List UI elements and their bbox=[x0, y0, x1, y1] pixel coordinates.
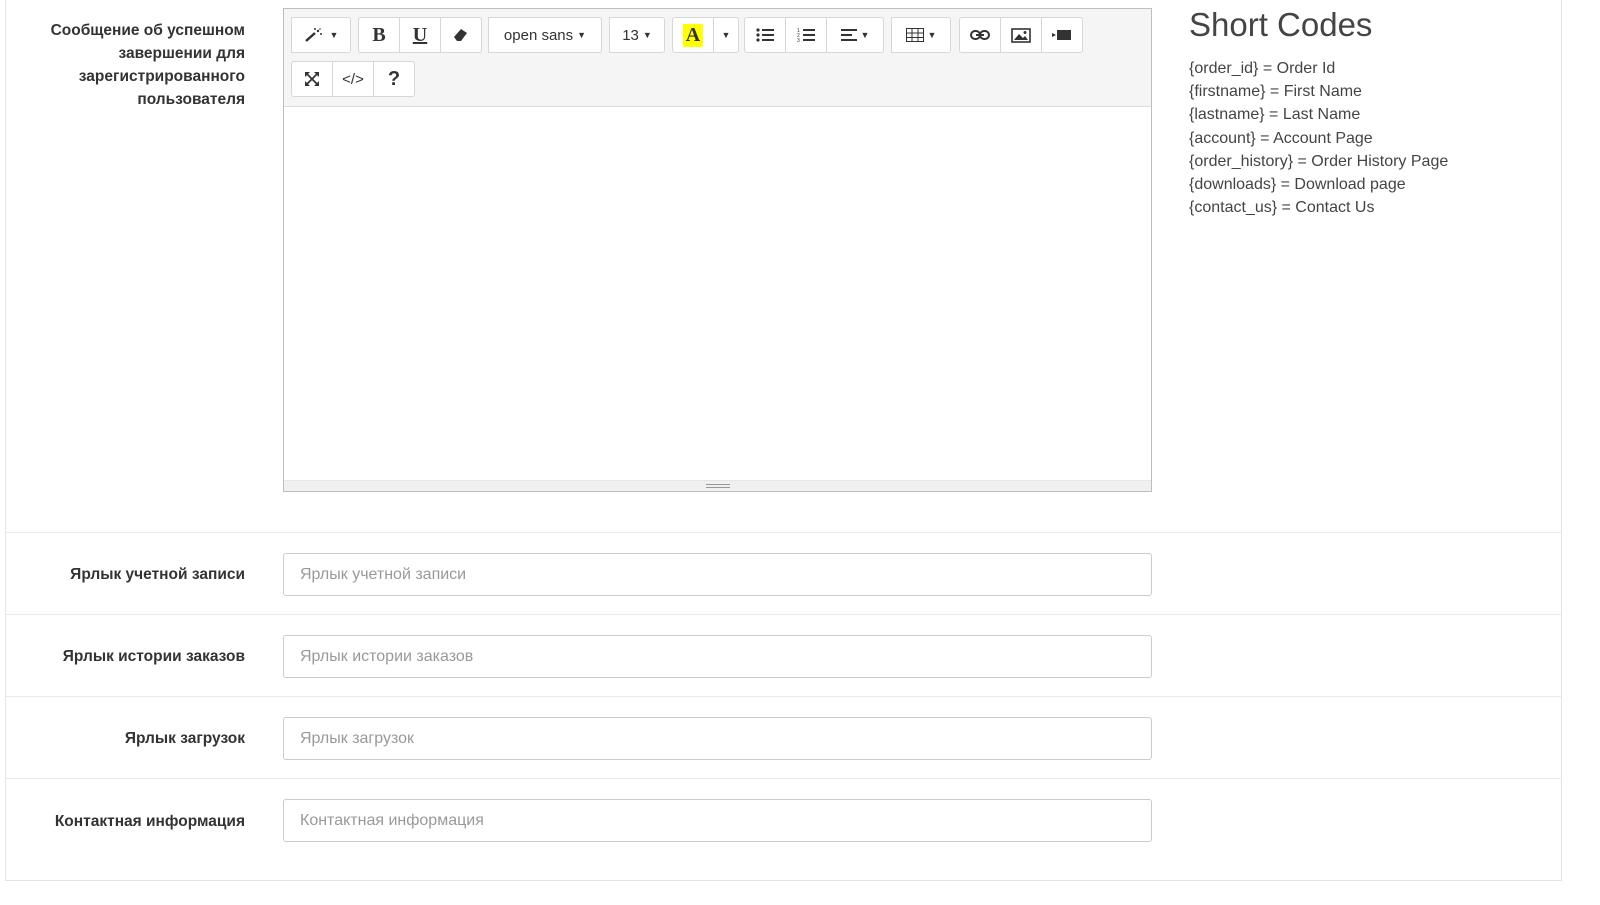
font-style-group: B U bbox=[358, 17, 482, 53]
code-icon: </> bbox=[342, 70, 364, 88]
ordered-list-button[interactable]: 123 bbox=[785, 17, 827, 53]
downloads-label-input[interactable] bbox=[283, 717, 1152, 760]
short-code-item: {order_history} = Order History Page bbox=[1189, 152, 1449, 170]
font-size-group: 13 ▼ bbox=[609, 17, 665, 53]
bold-button[interactable]: B bbox=[358, 17, 400, 53]
contact-info-input[interactable] bbox=[283, 799, 1152, 842]
font-name-group: open sans ▼ bbox=[488, 17, 602, 53]
underline-icon: U bbox=[412, 23, 428, 46]
short-codes-list: {order_id} = Order Id {firstname} = Firs… bbox=[1189, 57, 1448, 219]
style-group: ▼ bbox=[291, 17, 351, 53]
highlight-icon: A bbox=[682, 23, 704, 47]
account-label-input[interactable] bbox=[283, 553, 1152, 596]
video-button[interactable] bbox=[1041, 17, 1083, 53]
short-code-item: {firstname} = First Name bbox=[1189, 83, 1362, 101]
link-icon bbox=[970, 29, 990, 41]
ordered-list-icon: 123 bbox=[797, 27, 815, 43]
editor-resize-bar[interactable] bbox=[284, 480, 1151, 491]
row-divider bbox=[5, 532, 1562, 533]
short-code-item: {lastname} = Last Name bbox=[1189, 106, 1361, 124]
contact-info-label: Контактная информация bbox=[54, 813, 245, 830]
editor-toolbar: ▼ B U open sans ▼ 13 ▼ A ▼ 1 2 3 ▼ ▼ </>… bbox=[284, 9, 1151, 107]
highlight-color-button[interactable]: A bbox=[672, 17, 714, 53]
rich-text-editor: ▼ B U open sans ▼ 13 ▼ A ▼ 1 2 3 ▼ ▼ </>… bbox=[283, 8, 1152, 492]
short-codes-title: Short Codes bbox=[1189, 6, 1373, 43]
misc-group: </> ? bbox=[291, 61, 415, 97]
font-size-dropdown[interactable]: 13 ▼ bbox=[609, 17, 665, 53]
help-icon: ? bbox=[387, 67, 401, 90]
table-group: ▼ bbox=[891, 17, 951, 53]
align-icon bbox=[840, 28, 857, 42]
row-divider bbox=[5, 696, 1562, 697]
unordered-list-icon bbox=[756, 28, 774, 42]
table-dropdown-button[interactable]: ▼ bbox=[891, 17, 951, 53]
row-divider bbox=[5, 614, 1562, 615]
order-history-label: Ярлык истории заказов bbox=[62, 648, 245, 665]
downloads-label: Ярлык загрузок bbox=[124, 730, 245, 747]
short-code-item: {contact_us} = Contact Us bbox=[1189, 199, 1375, 217]
paragraph-group: 123 ▼ bbox=[744, 17, 884, 53]
unordered-list-button[interactable] bbox=[744, 17, 786, 53]
style-button[interactable]: ▼ bbox=[291, 17, 351, 53]
magic-icon bbox=[304, 27, 326, 43]
order-history-label-input[interactable] bbox=[283, 635, 1152, 678]
eraser-icon bbox=[453, 28, 469, 42]
color-dropdown-button[interactable]: ▼ bbox=[713, 17, 739, 53]
editor-content-area[interactable] bbox=[284, 106, 1151, 481]
help-button[interactable]: ? bbox=[373, 61, 415, 97]
video-icon bbox=[1052, 29, 1072, 41]
font-name-value: open sans bbox=[503, 26, 574, 44]
fullscreen-icon bbox=[304, 71, 320, 87]
svg-text:3: 3 bbox=[797, 38, 800, 43]
short-code-item: {order_id} = Order Id bbox=[1189, 60, 1336, 77]
chevron-down-icon: ▼ bbox=[721, 30, 731, 40]
success-message-label: Сообщение об успешном завершении для зар… bbox=[50, 22, 245, 108]
code-view-button[interactable]: </> bbox=[332, 61, 374, 97]
link-button[interactable] bbox=[959, 17, 1001, 53]
font-size-value: 13 bbox=[622, 26, 639, 44]
table-icon bbox=[905, 28, 924, 42]
row-divider bbox=[5, 778, 1562, 779]
short-code-item: {account} = Account Page bbox=[1189, 129, 1373, 147]
fullscreen-button[interactable] bbox=[291, 61, 333, 97]
font-name-dropdown[interactable]: open sans ▼ bbox=[488, 17, 602, 53]
picture-icon bbox=[1011, 27, 1031, 43]
align-dropdown-button[interactable]: ▼ bbox=[826, 17, 884, 53]
picture-button[interactable] bbox=[1000, 17, 1042, 53]
insert-group bbox=[959, 17, 1083, 53]
resize-grip-icon bbox=[705, 484, 730, 488]
bold-icon: B bbox=[372, 23, 386, 46]
account-label: Ярлык учетной записи bbox=[70, 566, 245, 583]
color-group: A ▼ bbox=[672, 17, 739, 53]
underline-button[interactable]: U bbox=[399, 17, 441, 53]
clear-format-button[interactable] bbox=[440, 17, 482, 53]
short-code-item: {downloads} = Download page bbox=[1189, 176, 1406, 194]
